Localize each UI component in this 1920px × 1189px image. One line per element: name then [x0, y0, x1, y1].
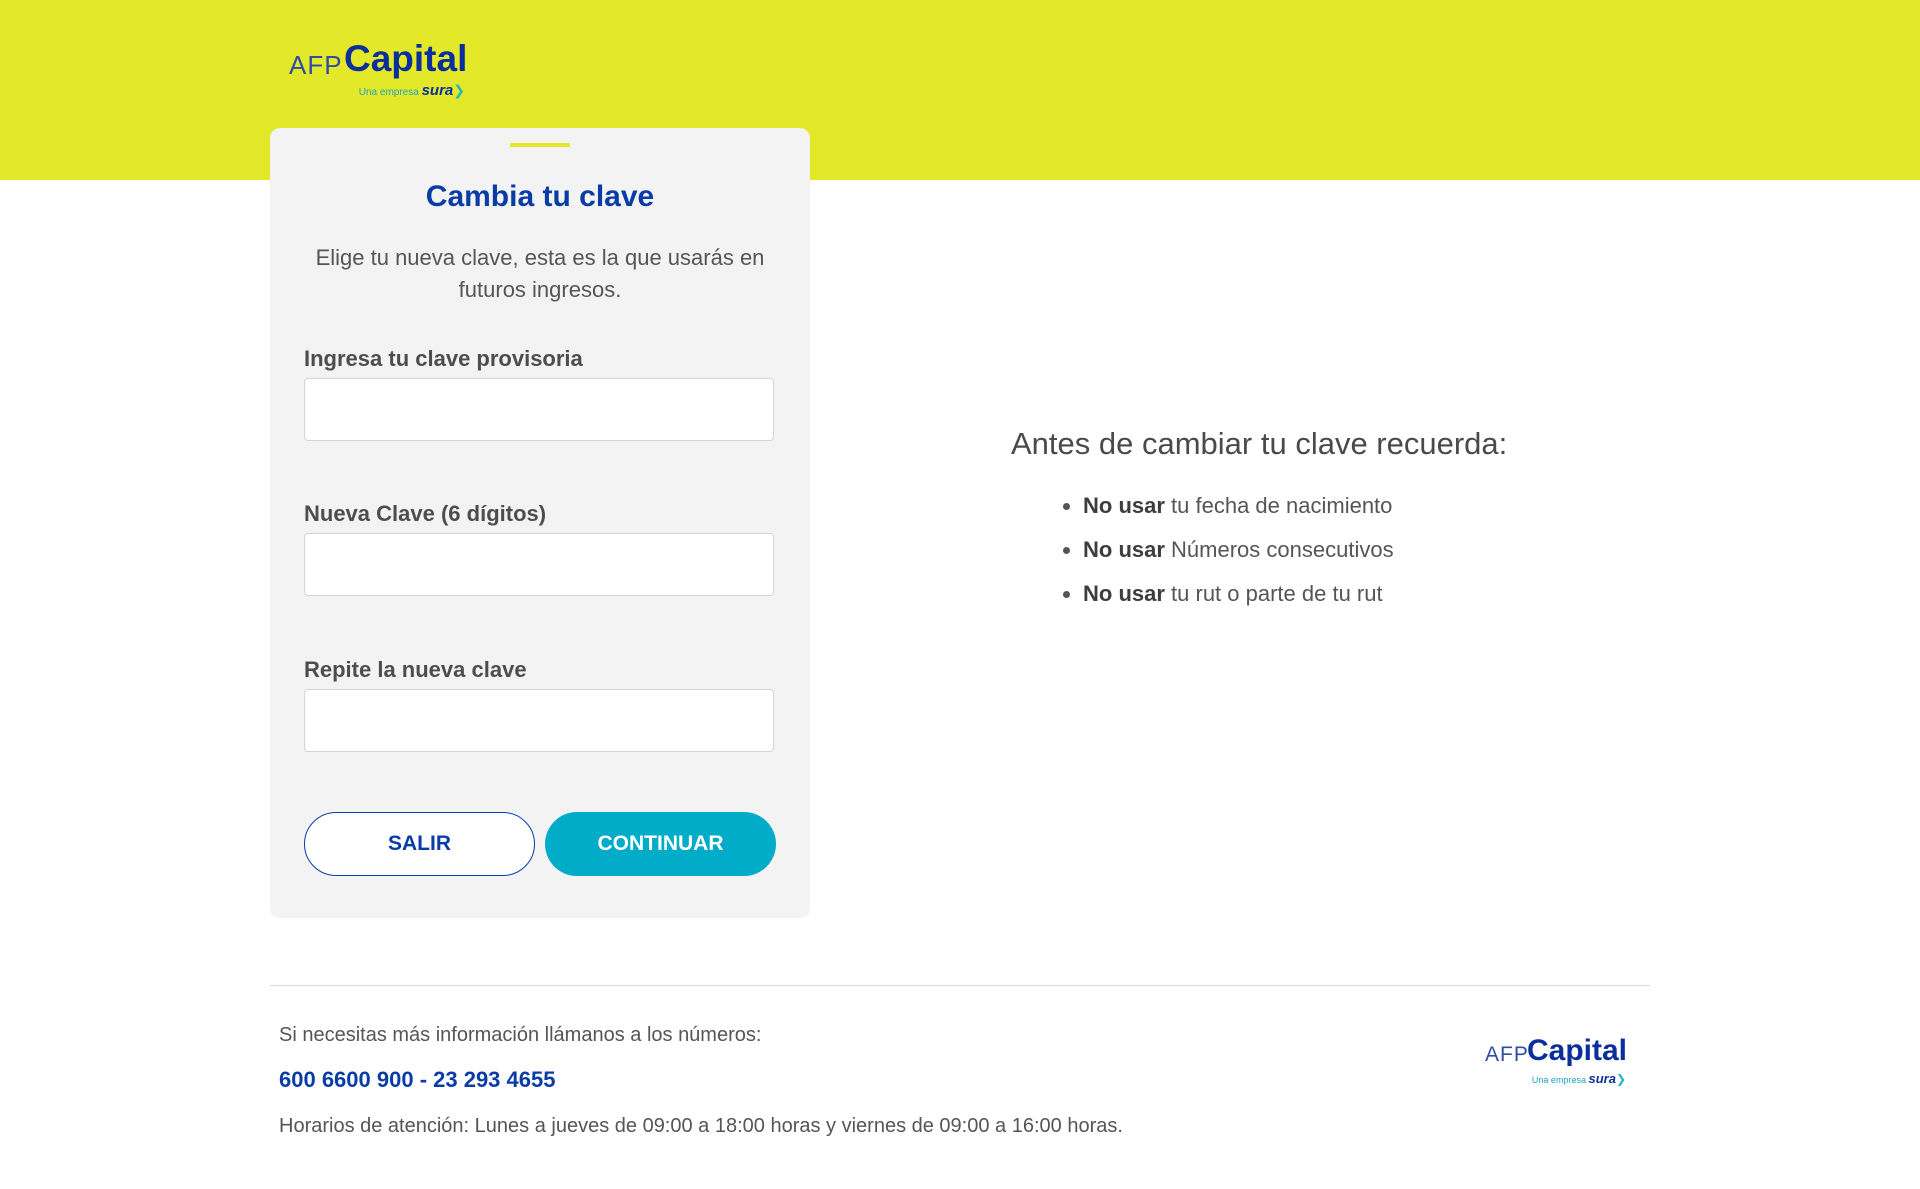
sura-swoosh-icon: ❯ [453, 82, 465, 98]
logo-afp-text: AFP [1485, 1043, 1529, 1066]
footer-hours-text: Horarios de atención: Lunes a jueves de … [279, 1115, 1123, 1137]
new-password-label: Nueva Clave (6 dígitos) [304, 501, 547, 526]
logo-afp-text: AFP [289, 50, 343, 80]
logo-sura-text: sura [1588, 1071, 1616, 1086]
tips-list: No usar tu fecha de nacimiento No usar N… [1050, 488, 1394, 620]
logo-tagline-text: Una empresa [1531, 1075, 1586, 1085]
change-password-card: Cambia tu clave Elige tu nueva clave, es… [270, 128, 810, 918]
temporary-password-label: Ingresa tu clave provisoria [304, 346, 583, 371]
tip-emphasis: No usar [1083, 493, 1165, 518]
card-accent-bar [510, 143, 570, 147]
exit-button[interactable]: SALIR [304, 812, 535, 876]
sura-swoosh-icon: ❯ [1615, 1072, 1626, 1086]
tip-item: No usar tu rut o parte de tu rut [1083, 576, 1394, 620]
tip-text: tu rut o parte de tu rut [1164, 581, 1383, 606]
footer-info-text: Si necesitas más información llámanos a … [279, 1024, 762, 1046]
logo-tagline: Una empresa sura❯ [1532, 1071, 1626, 1086]
tips-heading: Antes de cambiar tu clave recuerda: [1011, 426, 1508, 461]
form-description: Elige tu nueva clave, esta es la que usa… [315, 245, 765, 302]
footer-divider [270, 985, 1650, 986]
tip-emphasis: No usar [1083, 581, 1165, 606]
logo-capital-text: Capital [344, 38, 468, 79]
tip-text: Números consecutivos [1164, 537, 1394, 562]
logo-capital-text: Capital [1527, 1034, 1628, 1067]
new-password-input[interactable] [304, 533, 774, 596]
temporary-password-input[interactable] [304, 378, 774, 441]
logo-sura-text: sura [421, 82, 454, 99]
logo-tagline: Una empresa sura❯ [359, 82, 465, 99]
tip-text: tu fecha de nacimiento [1164, 493, 1393, 518]
page-title: Cambia tu clave [425, 180, 655, 213]
tip-emphasis: No usar [1083, 537, 1165, 562]
repeat-password-label: Repite la nueva clave [304, 657, 527, 682]
repeat-password-input[interactable] [304, 689, 774, 752]
footer-phone-numbers[interactable]: 600 6600 900 - 23 293 4655 [279, 1067, 555, 1093]
afp-capital-logo[interactable]: AFP Capital Una empresa sura❯ [289, 34, 469, 104]
tip-item: No usar tu fecha de nacimiento [1083, 488, 1394, 532]
tip-item: No usar Números consecutivos [1083, 532, 1394, 576]
footer-afp-capital-logo: AFP Capital Una empresa sura❯ [1483, 1030, 1628, 1090]
continue-button[interactable]: CONTINUAR [545, 812, 776, 876]
logo-tagline-text: Una empresa [358, 87, 419, 98]
